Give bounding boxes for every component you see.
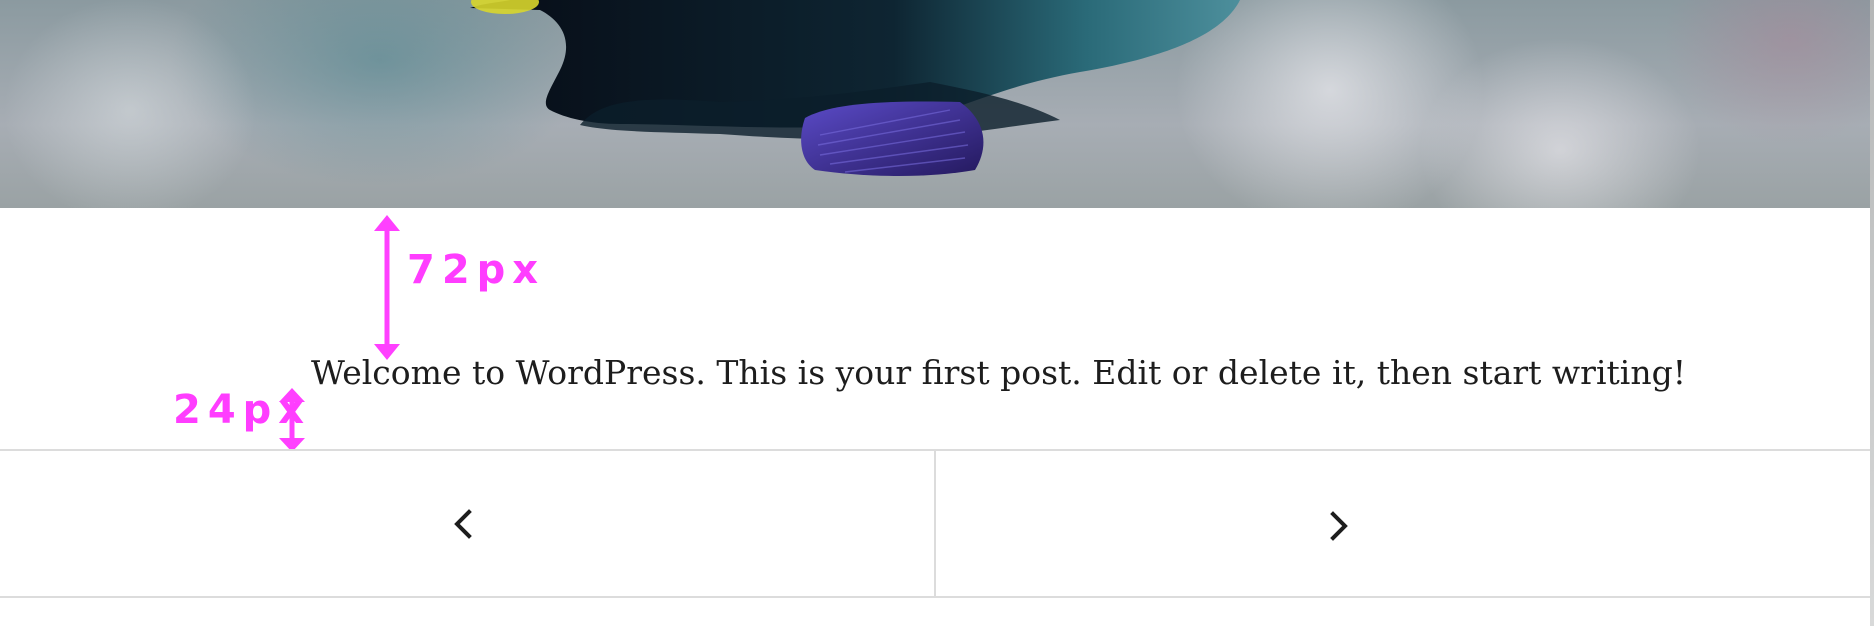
fish-illustration	[470, 0, 1240, 176]
double-arrow-icon	[374, 215, 400, 360]
chevron-left-icon	[454, 509, 472, 539]
next-post-link[interactable]	[936, 451, 1870, 596]
hero-image	[0, 0, 1874, 208]
post-navigation	[0, 449, 1870, 598]
previous-post-link[interactable]	[0, 451, 936, 596]
bottom-spacing-label: 24px	[173, 387, 312, 433]
top-spacing-label: 72px	[407, 247, 546, 293]
scrollbar-edge	[1870, 0, 1874, 626]
top-spacing-measure	[372, 215, 402, 364]
post-excerpt: Welcome to WordPress. This is your first…	[311, 353, 1686, 392]
chevron-right-icon	[1330, 511, 1348, 541]
